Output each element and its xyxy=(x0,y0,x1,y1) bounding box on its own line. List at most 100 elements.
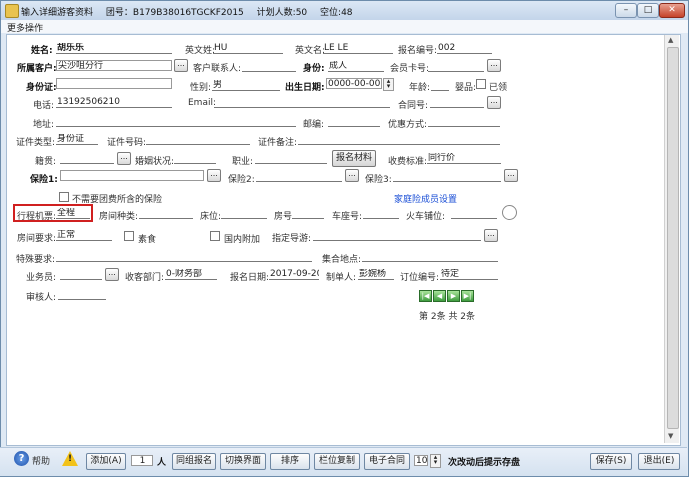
vertical-scrollbar[interactable]: ▲ ▼ xyxy=(664,35,679,443)
prev-record-icon[interactable]: ◀ xyxy=(433,290,446,302)
signup-material-button[interactable]: 报名材料 xyxy=(332,150,376,167)
phone-label: 电话: xyxy=(33,101,55,111)
customer-lookup-button[interactable]: ... xyxy=(174,59,188,72)
last-record-icon[interactable]: ▶| xyxy=(461,290,474,302)
scroll-thumb[interactable] xyxy=(667,47,679,429)
en-name-label: 英文名: xyxy=(295,46,326,56)
insurance1-lookup-button[interactable]: ... xyxy=(207,169,221,182)
cert-no-field[interactable] xyxy=(146,134,250,145)
reviewer-field[interactable] xyxy=(58,289,106,300)
bottom-toolbar: ? 帮助 ! 添加(A) 1 人 同组报名 切换界面 排序 栏位复制 电子合同 … xyxy=(0,447,687,476)
order-no-field[interactable]: 待定 xyxy=(440,269,498,280)
save-every-spinner[interactable]: ▴ ▾ xyxy=(430,454,441,468)
room-type-field[interactable] xyxy=(139,208,193,219)
insurance2-field[interactable] xyxy=(256,171,342,182)
close-button[interactable]: ✕ xyxy=(659,3,685,18)
count-field[interactable]: 1 xyxy=(131,455,153,466)
contact-label: 客户联系人: xyxy=(193,64,242,74)
room-no-field[interactable] xyxy=(292,208,324,219)
address-field[interactable] xyxy=(56,116,296,127)
contract-lookup-button[interactable]: ... xyxy=(487,96,501,109)
group-signup-button[interactable]: 同组报名 xyxy=(172,453,216,470)
id-card-field[interactable] xyxy=(56,78,172,89)
room-type-label: 房间种类: xyxy=(99,212,139,222)
plan-count: 计划人数:50 xyxy=(256,8,308,18)
dept-label: 收客部门: xyxy=(125,273,165,283)
member-card-label: 会员卡号: xyxy=(390,64,430,74)
meeting-place-field[interactable] xyxy=(362,251,498,262)
fee-std-field[interactable]: 同行价 xyxy=(427,153,501,164)
maximize-button[interactable]: □ xyxy=(637,3,659,18)
train-berth-field[interactable] xyxy=(451,208,497,219)
sales-field[interactable] xyxy=(60,269,102,280)
bed-field[interactable] xyxy=(221,208,267,219)
gender-label: 性别: xyxy=(190,83,212,93)
reviewer-label: 审核人: xyxy=(26,293,57,303)
postcode-field[interactable] xyxy=(328,116,380,127)
help-label[interactable]: 帮助 xyxy=(32,454,50,467)
cert-note-field[interactable] xyxy=(298,134,500,145)
name-field[interactable]: 胡乐乐 xyxy=(56,43,172,54)
contract-field[interactable] xyxy=(430,97,484,108)
e-contract-button[interactable]: 电子合同 xyxy=(364,453,410,470)
family-insurance-link[interactable]: 家庭险成员设置 xyxy=(394,192,457,205)
guide-lookup-button[interactable]: ... xyxy=(484,229,498,242)
special-req-field[interactable] xyxy=(56,251,312,262)
marital-field[interactable] xyxy=(174,153,216,164)
birth-spinner[interactable]: ▴ ▾ xyxy=(383,78,394,91)
cert-type-field[interactable]: 身份证 xyxy=(56,134,98,145)
contact-field[interactable] xyxy=(242,61,296,72)
email-field[interactable] xyxy=(214,97,390,108)
next-record-icon[interactable]: ▶ xyxy=(447,290,460,302)
en-surname-field[interactable]: HU xyxy=(213,43,283,54)
origin-lookup-button[interactable]: ... xyxy=(117,152,131,165)
gender-field[interactable]: 男 xyxy=(212,80,280,91)
origin-field[interactable] xyxy=(60,153,114,164)
discount-field[interactable] xyxy=(428,116,500,127)
birth-field[interactable]: 0000-00-00 xyxy=(326,78,382,89)
minimize-button[interactable]: – xyxy=(615,3,637,18)
vegetarian-checkbox[interactable] xyxy=(124,231,134,241)
dept-field[interactable]: 0-财务部 xyxy=(165,269,217,280)
scroll-up-icon[interactable]: ▲ xyxy=(668,36,673,44)
identity-field[interactable]: 成人 xyxy=(328,61,384,72)
bed-label: 床位: xyxy=(200,212,222,222)
ticket-field[interactable]: 全程 xyxy=(56,208,90,219)
no-group-insurance-checkbox[interactable] xyxy=(59,192,69,202)
job-field[interactable] xyxy=(255,153,327,164)
member-card-lookup-button[interactable]: ... xyxy=(487,59,501,72)
person-label: 人 xyxy=(157,458,167,468)
seat-field[interactable] xyxy=(363,208,399,219)
menu-more-actions[interactable]: 更多操作 xyxy=(7,21,43,34)
customer-field[interactable]: 尖沙咀分行 xyxy=(56,60,172,71)
reg-no-field[interactable]: 002 xyxy=(437,43,492,54)
help-icon[interactable]: ? xyxy=(14,451,29,466)
room-req-field[interactable]: 正常 xyxy=(56,230,112,241)
insurance2-lookup-button[interactable]: ... xyxy=(345,169,359,182)
domestic-extra-checkbox[interactable] xyxy=(210,231,220,241)
sort-button[interactable]: 排序 xyxy=(270,453,310,470)
insurance3-lookup-button[interactable]: ... xyxy=(504,169,518,182)
column-copy-button[interactable]: 栏位复制 xyxy=(314,453,360,470)
maker-field[interactable]: 彭婉杨 xyxy=(358,269,394,280)
refresh-icon[interactable] xyxy=(502,205,517,220)
signup-date-field[interactable]: 2017-09-20 xyxy=(269,269,319,280)
guide-field[interactable] xyxy=(313,230,481,241)
add-button[interactable]: 添加(A) xyxy=(86,453,126,470)
switch-ui-button[interactable]: 切换界面 xyxy=(220,453,266,470)
age-field[interactable] xyxy=(431,80,449,91)
exit-button[interactable]: 退出(E) xyxy=(638,453,680,470)
received-checkbox[interactable] xyxy=(476,79,486,89)
scroll-down-icon[interactable]: ▼ xyxy=(668,432,673,440)
first-record-icon[interactable]: |◀ xyxy=(419,290,432,302)
phone-field[interactable]: 13192506210 xyxy=(56,97,172,108)
cert-no-label: 证件号码: xyxy=(107,138,147,148)
member-card-field[interactable] xyxy=(428,61,484,72)
train-berth-label: 火车铺位: xyxy=(406,212,446,222)
save-button[interactable]: 保存(S) xyxy=(590,453,632,470)
save-every-field[interactable]: 10 xyxy=(414,455,428,466)
insurance3-field[interactable] xyxy=(393,171,501,182)
insurance1-field[interactable] xyxy=(60,170,204,181)
en-name-field[interactable]: LE LE xyxy=(323,43,393,54)
sales-lookup-button[interactable]: ... xyxy=(105,268,119,281)
